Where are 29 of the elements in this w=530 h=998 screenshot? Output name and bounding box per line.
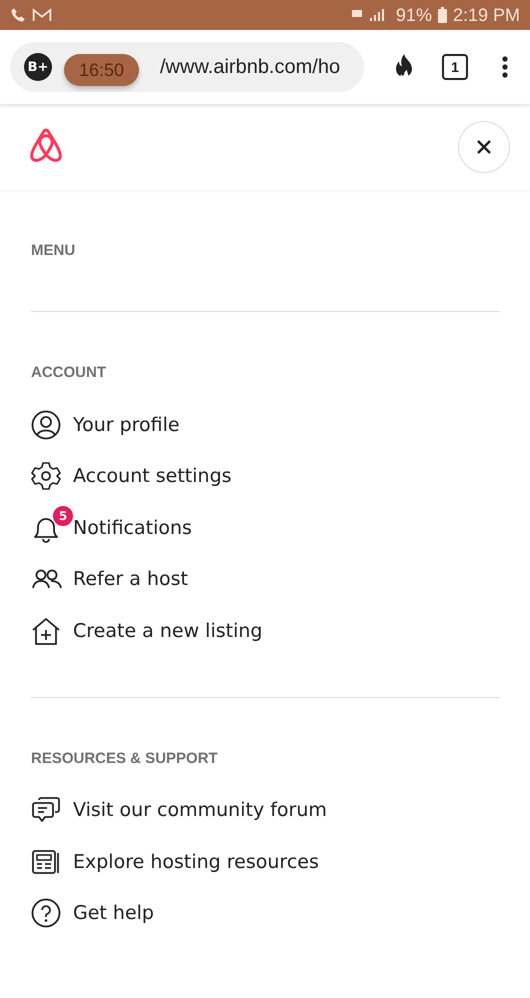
menu-link[interactable]: Explore hosting resources	[73, 850, 319, 873]
profile-badge[interactable]: B+	[24, 53, 52, 81]
close-icon	[476, 139, 492, 155]
url-text: /www.airbnb.com/ho	[160, 56, 340, 78]
tab-count-button[interactable]: 1	[442, 54, 468, 80]
menu-link[interactable]: Visit our community forum	[73, 799, 327, 822]
more-icon[interactable]	[502, 56, 508, 78]
person-icon	[31, 410, 61, 440]
clock: 2:19 PM	[452, 4, 520, 26]
section-heading: RESOURCES & SUPPORT	[31, 750, 219, 766]
time-bubble: 16:50	[64, 54, 139, 86]
gear-icon	[31, 461, 61, 492]
menu-link[interactable]: Create a new listing	[73, 620, 262, 642]
menu-link[interactable]: Account settings	[73, 465, 232, 488]
address-bar[interactable]: B+ 16:50 /www.airbnb.com/ho	[10, 42, 364, 92]
section-heading: MENU	[31, 242, 76, 259]
battery-icon	[438, 7, 447, 23]
menu-link[interactable]: Refer a host	[73, 568, 188, 590]
battery-level: 91%	[396, 4, 432, 26]
menu-link[interactable]: Your profile	[73, 414, 180, 436]
menu-link[interactable]: Notifications	[73, 516, 192, 539]
notification-badge: 5	[52, 504, 74, 527]
mail-icon	[32, 7, 52, 23]
phone-icon	[10, 7, 26, 23]
menu-link[interactable]: Get help	[73, 902, 154, 924]
house-plus-icon	[31, 616, 61, 646]
close-button[interactable]	[458, 121, 510, 173]
help-icon	[31, 898, 61, 928]
section-heading: ACCOUNT	[31, 364, 107, 381]
